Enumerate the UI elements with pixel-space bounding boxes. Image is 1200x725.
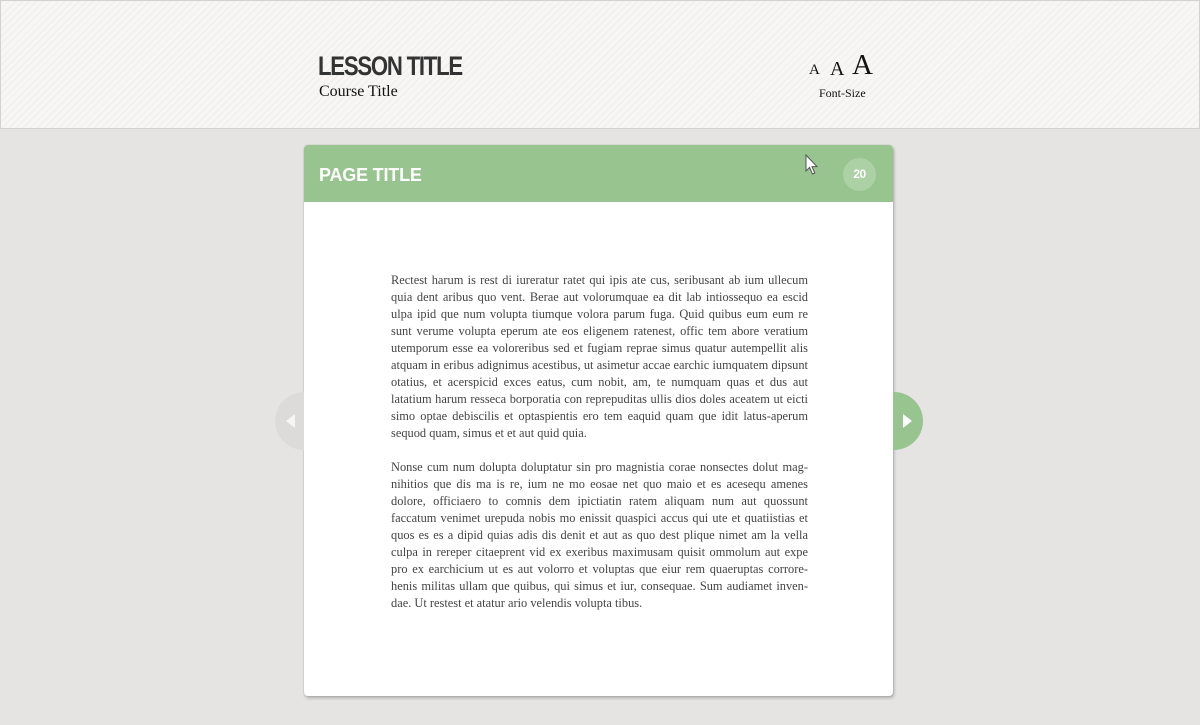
- body-paragraph: Nonse cum num dolupta doluptatur sin pro…: [391, 460, 808, 610]
- body-paragraph: Rectest harum is rest di iureratur ratet…: [391, 273, 808, 440]
- font-size-medium-button[interactable]: A: [830, 59, 844, 79]
- lesson-header: LESSON TITLE Course Title A A A Font-Siz…: [0, 0, 1200, 129]
- next-page-button[interactable]: [893, 392, 923, 450]
- arrow-right-icon: [903, 414, 912, 428]
- arrow-left-icon: [286, 414, 295, 428]
- page-title: PAGE TITLE: [319, 165, 422, 185]
- lesson-title: LESSON TITLE: [318, 51, 463, 81]
- mouse-pointer-icon: [805, 154, 819, 175]
- font-size-large-button[interactable]: A: [852, 51, 873, 80]
- page-number-badge: 20: [843, 158, 876, 191]
- course-title: Course Title: [319, 83, 398, 100]
- font-size-label: Font-Size: [819, 86, 866, 100]
- font-size-controls: A A A Font-Size: [807, 49, 879, 104]
- page-body: Rectest harum is rest di iureratur ratet…: [391, 272, 808, 629]
- content-card: PAGE TITLE 20 Rectest harum is rest di i…: [304, 145, 893, 696]
- previous-page-button[interactable]: [275, 392, 304, 450]
- font-size-small-button[interactable]: A: [809, 63, 820, 78]
